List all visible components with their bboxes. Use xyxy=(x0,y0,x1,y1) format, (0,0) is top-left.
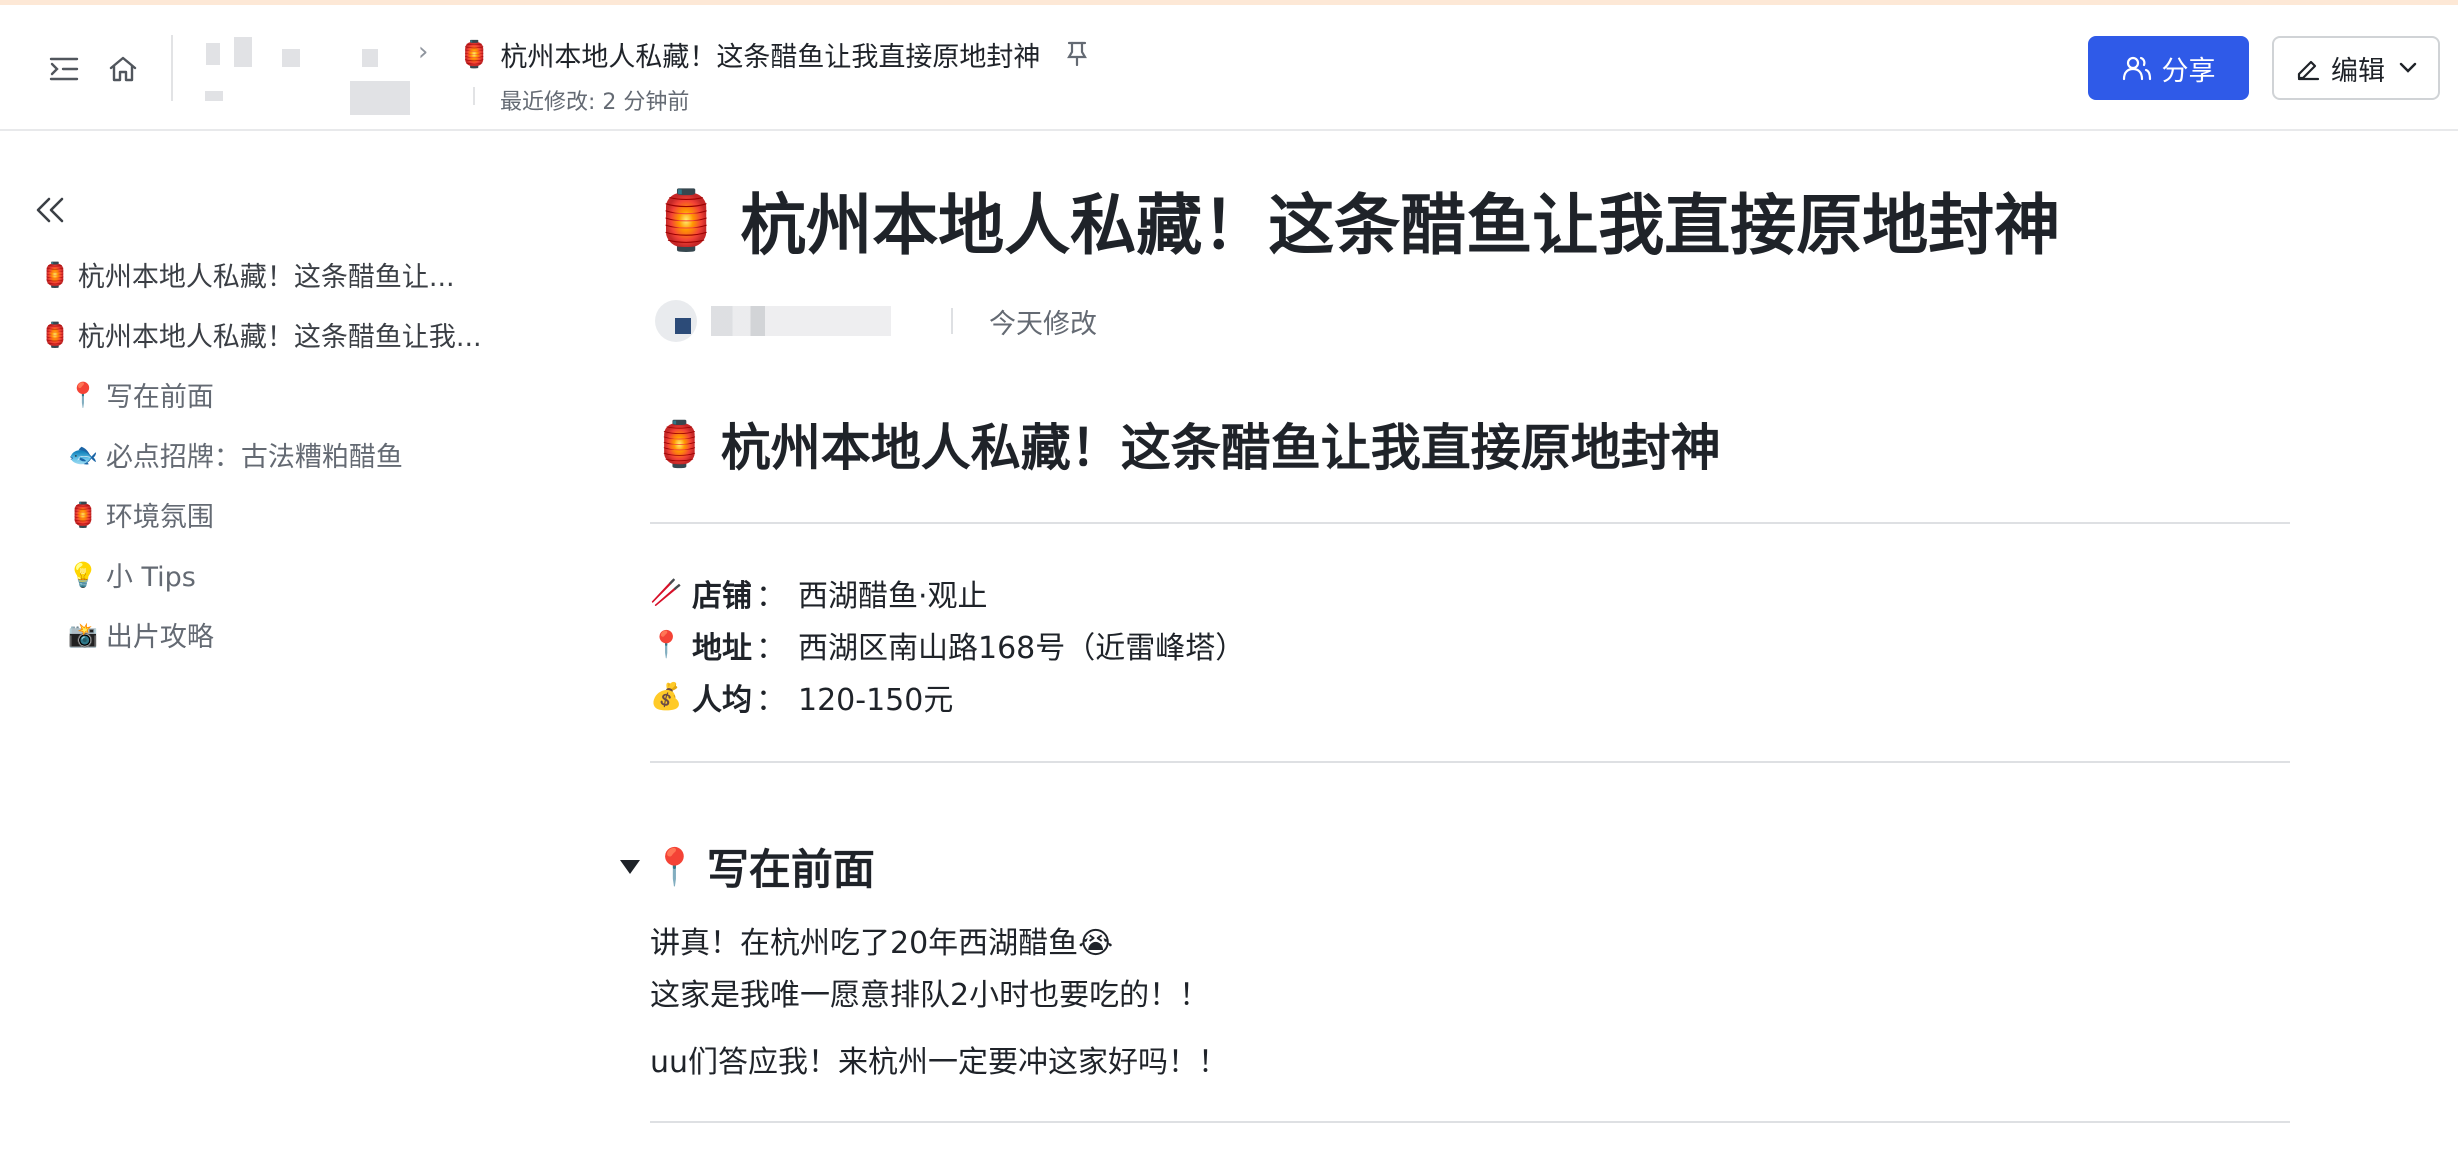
heading-h1: 🏮 杭州本地人私藏！这条醋鱼让我直接原地封神 xyxy=(652,408,1721,480)
toc-item-label: 出片攻略 xyxy=(105,622,214,653)
paragraph: 这家是我唯一愿意排队2小时也要吃的！！ xyxy=(650,978,1210,1013)
toc-item-label: 小 Tips xyxy=(105,562,196,593)
share-button[interactable]: 分享 xyxy=(2088,36,2249,100)
info-key: 店铺 xyxy=(692,579,752,614)
divider xyxy=(650,1121,2290,1123)
header-title[interactable]: 🏮 杭州本地人私藏！这条醋鱼让我直接原地封神 xyxy=(458,35,1088,74)
toc-item-doc-title[interactable]: 🏮 杭州本地人私藏！这条醋鱼让... xyxy=(40,255,455,294)
info-price: 💰 人均 ： 120-150元 xyxy=(650,675,953,719)
pin-emoji-icon: 📍 xyxy=(68,380,98,409)
share-label: 分享 xyxy=(2161,55,2216,87)
meta-time: 今天修改 xyxy=(989,308,1097,340)
pin-icon[interactable] xyxy=(1066,40,1088,70)
fish-icon: 🐟 xyxy=(68,440,98,469)
paragraph: 讲真！在杭州吃了20年西湖醋鱼😭 xyxy=(650,926,1114,961)
edit-label: 编辑 xyxy=(2331,55,2385,87)
section-heading: 📍 写在前面 xyxy=(620,836,875,897)
toc-item-intro[interactable]: 📍 写在前面 xyxy=(68,375,214,414)
header-divider xyxy=(171,35,173,101)
toc-item-label: 杭州本地人私藏！这条醋鱼让... xyxy=(77,262,455,293)
toc-item-tips[interactable]: 💡 小 Tips xyxy=(68,555,196,594)
lightbulb-icon: 💡 xyxy=(68,560,98,589)
divider xyxy=(650,761,2290,763)
pin-emoji-icon: 📍 xyxy=(650,630,683,660)
info-value: 西湖区南山路168号（近雷峰塔） xyxy=(798,631,1246,666)
last-modified-text: 最近修改: 2 分钟前 xyxy=(500,90,690,115)
avatar[interactable] xyxy=(655,300,697,342)
lantern-icon: 🏮 xyxy=(40,320,70,349)
info-value: 120-150元 xyxy=(798,683,954,718)
info-sep: ： xyxy=(756,631,786,666)
divider xyxy=(650,522,2290,524)
pencil-icon xyxy=(2297,60,2320,81)
toc-item-h1[interactable]: 🏮 杭州本地人私藏！这条醋鱼让我... xyxy=(40,315,482,354)
lantern-icon: 🏮 xyxy=(650,185,723,254)
camera-icon: 📸 xyxy=(68,620,98,649)
header: › 🏮 杭州本地人私藏！这条醋鱼让我直接原地封神 最近修改: 2 分钟前 分享 … xyxy=(0,5,2458,131)
info-address: 📍 地址 ： 西湖区南山路168号（近雷峰塔） xyxy=(650,623,1245,667)
author-name-redacted xyxy=(711,306,891,336)
lantern-icon: 🏮 xyxy=(68,500,98,529)
outline-toggle-icon[interactable] xyxy=(44,49,84,89)
heading-text: 杭州本地人私藏！这条醋鱼让我直接原地封神 xyxy=(720,419,1721,477)
lantern-icon: 🏮 xyxy=(652,419,707,470)
doc-title-text: 杭州本地人私藏！这条醋鱼让我直接原地封神 xyxy=(740,187,2061,264)
toc-item-atmosphere[interactable]: 🏮 环境氛围 xyxy=(68,495,214,534)
info-value: 西湖醋鱼·观止 xyxy=(798,579,988,614)
info-sep: ： xyxy=(756,683,786,718)
toc-item-label: 必点招牌：古法糟粕醋鱼 xyxy=(105,442,403,473)
money-bag-icon: 💰 xyxy=(650,682,683,712)
info-key: 地址 xyxy=(692,631,752,666)
toc-item-label: 环境氛围 xyxy=(105,502,214,533)
chopsticks-icon: 🥢 xyxy=(650,578,683,608)
breadcrumb-chevron-icon: › xyxy=(418,37,429,67)
doc-meta: 今天修改 xyxy=(655,300,1097,342)
collapse-sidebar-icon[interactable] xyxy=(34,196,74,236)
toc-item-signature-dish[interactable]: 🐟 必点招牌：古法糟粕醋鱼 xyxy=(68,435,403,474)
section-heading-text: 写在前面 xyxy=(706,845,875,894)
paragraph: uu们答应我！来杭州一定要冲这家好吗！！ xyxy=(650,1045,1229,1080)
toc-item-label: 杭州本地人私藏！这条醋鱼让我... xyxy=(77,322,482,353)
info-key: 人均 xyxy=(692,683,752,718)
lantern-icon: 🏮 xyxy=(458,39,491,70)
collapse-triangle-icon[interactable] xyxy=(620,859,640,874)
info-sep: ： xyxy=(756,579,786,614)
toc-item-photo-guide[interactable]: 📸 出片攻略 xyxy=(68,615,214,654)
lantern-icon: 🏮 xyxy=(40,260,70,289)
doc-title: 🏮 杭州本地人私藏！这条醋鱼让我直接原地封神 xyxy=(650,172,2060,268)
toc-item-label: 写在前面 xyxy=(105,382,214,413)
chevron-down-icon xyxy=(2399,62,2417,73)
home-icon[interactable] xyxy=(103,49,143,89)
header-doc-title: 杭州本地人私藏！这条醋鱼让我直接原地封神 xyxy=(500,42,1041,73)
pin-emoji-icon: 📍 xyxy=(652,846,697,888)
info-shop: 🥢 店铺 ： 西湖醋鱼·观止 xyxy=(650,571,988,615)
users-icon xyxy=(2122,56,2151,81)
edit-button[interactable]: 编辑 xyxy=(2272,36,2440,100)
